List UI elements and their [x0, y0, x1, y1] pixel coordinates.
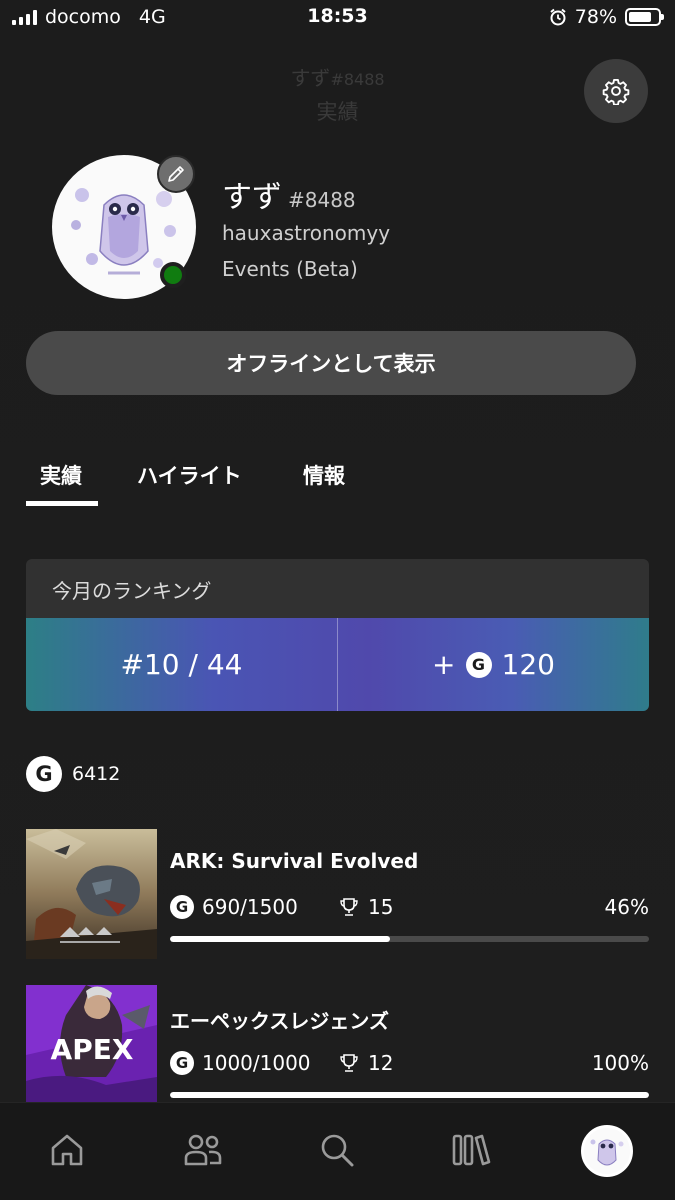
- gamertag-name: すず: [222, 180, 282, 215]
- game-thumbnail: APEX: [26, 985, 157, 1115]
- game-stats: G 1000/1000 12 100%: [170, 1051, 649, 1077]
- nav-search[interactable]: [312, 1125, 362, 1175]
- appear-offline-button[interactable]: オフラインとして表示: [26, 331, 636, 395]
- settings-button[interactable]: [584, 59, 648, 123]
- online-status-dot: [160, 262, 186, 288]
- nav-library[interactable]: [446, 1125, 496, 1175]
- ranking-title: 今月のランキング: [52, 579, 212, 603]
- status-bar-right: 78%: [549, 6, 664, 28]
- profile-screen: docomo 4G 18:53 78% すず#8488 実績 すず #8488 …: [0, 0, 675, 1200]
- game-percent: 46%: [604, 895, 649, 919]
- trophy-icon: [340, 898, 358, 916]
- gain-prefix: +: [432, 648, 456, 681]
- tab-achievements[interactable]: 実績: [40, 460, 82, 490]
- game-progress-fill: [170, 1092, 649, 1098]
- alarm-icon: [550, 8, 566, 26]
- tab-info[interactable]: 情報: [303, 460, 345, 490]
- game-title: エーペックスレジェンズ: [170, 1009, 389, 1033]
- game-trophies: 12: [338, 1051, 393, 1075]
- header-name: すず: [290, 66, 331, 90]
- apex-cover-image: APEX: [26, 985, 157, 1115]
- gamerscore-value: 6412: [72, 763, 121, 785]
- search-icon: [321, 1134, 354, 1167]
- nav-profile[interactable]: [581, 1125, 633, 1177]
- game-progress-bar: [170, 1092, 649, 1098]
- game-thumbnail: [26, 829, 157, 959]
- profile-username: hauxastronomyy: [222, 221, 391, 245]
- game-item-apex[interactable]: APEX エーペックスレジェンズ G 1000/1000 12 100%: [26, 985, 649, 1115]
- bottom-navigation: [0, 1102, 675, 1200]
- gamertag-suffix: #8488: [288, 188, 356, 212]
- svg-text:APEX: APEX: [51, 1033, 134, 1066]
- gamerscore-icon: G: [170, 895, 194, 919]
- monthly-ranking-card[interactable]: 今月のランキング #10 / 44 + G 120: [26, 559, 649, 711]
- game-trophies: 15: [338, 895, 393, 919]
- pencil-icon: [168, 166, 184, 182]
- edit-avatar-button[interactable]: [157, 155, 195, 193]
- ranking-position: #10 / 44: [120, 648, 243, 681]
- profile-gamertag: すず #8488: [222, 172, 356, 216]
- game-gamerscore: G 1000/1000: [170, 1051, 311, 1075]
- game-item-ark[interactable]: ARK: Survival Evolved G 690/1500 15 46%: [26, 829, 649, 959]
- total-gamerscore: G 6412: [26, 756, 120, 792]
- gamerscore-icon: G: [170, 1051, 194, 1075]
- nav-friends[interactable]: [178, 1125, 228, 1175]
- profile-avatar-icon: [590, 1139, 624, 1166]
- gain-value: 120: [501, 648, 555, 681]
- battery-icon: [625, 8, 664, 26]
- gear-icon: [602, 78, 630, 105]
- trophy-count: 12: [368, 1051, 394, 1075]
- game-progress-fill: [170, 936, 391, 942]
- trophy-count: 15: [368, 895, 394, 919]
- game-percent: 100%: [591, 1051, 649, 1075]
- game-gamerscore-value: 1000/1000: [202, 1051, 311, 1075]
- trophy-icon: [340, 1054, 358, 1072]
- ranking-gain: + G 120: [338, 648, 649, 681]
- ranking-band: #10 / 44 + G 120: [26, 618, 649, 711]
- ark-cover-image: [26, 829, 157, 959]
- home-icon: [51, 1134, 83, 1166]
- header-tag: #8488: [330, 70, 385, 89]
- library-icon: [452, 1134, 491, 1166]
- game-gamerscore-value: 690/1500: [202, 895, 298, 919]
- game-stats: G 690/1500 15 46%: [170, 895, 649, 921]
- header-subtitle: 実績: [316, 100, 359, 124]
- header-title: すず#8488: [0, 62, 675, 91]
- profile-status: Events (Beta): [222, 257, 358, 281]
- game-gamerscore: G 690/1500: [170, 895, 298, 919]
- gamerscore-icon: G: [465, 651, 492, 678]
- friends-icon: [184, 1134, 222, 1166]
- battery-percent: 78%: [574, 6, 617, 28]
- tab-highlights[interactable]: ハイライト: [137, 460, 242, 490]
- game-title: ARK: Survival Evolved: [170, 849, 419, 873]
- gamerscore-icon: G: [26, 756, 62, 792]
- status-bar: docomo 4G 18:53 78%: [0, 0, 675, 36]
- nav-home[interactable]: [42, 1125, 92, 1175]
- game-progress-bar: [170, 936, 649, 942]
- active-tab-indicator: [26, 501, 98, 506]
